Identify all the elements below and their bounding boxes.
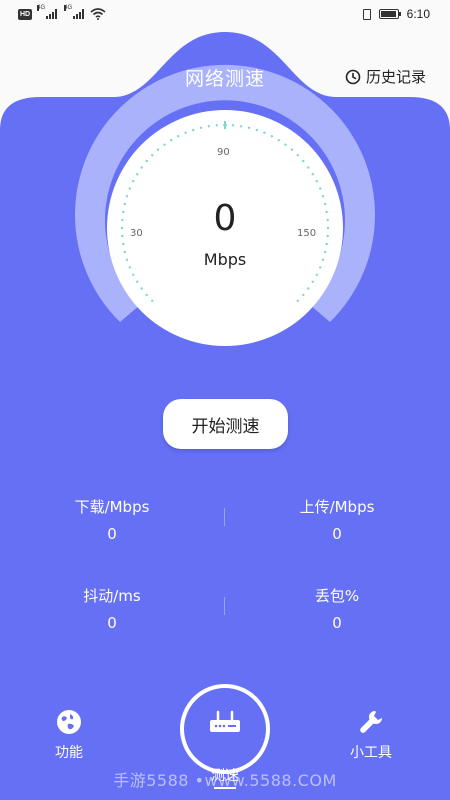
stat-upload: 上传/Mbps 0: [262, 496, 412, 543]
gauge-tick-mark: [140, 287, 143, 290]
gauge-tick-mark: [247, 126, 251, 129]
gauge-tick-mark: [140, 166, 143, 169]
nav-features[interactable]: 功能: [55, 708, 83, 762]
gauge-tick-mark: [122, 242, 125, 246]
gauge-tick-mark: [177, 135, 180, 138]
gauge-tick-mark: [325, 242, 328, 246]
battery-icon: [378, 9, 401, 19]
gauge-tick-mark: [263, 131, 266, 134]
stat-label: 抖动/ms: [83, 587, 141, 605]
gauge-tick-mark: [315, 180, 318, 183]
gauge-tick-mark: [184, 131, 187, 134]
gauge-tick-mark: [319, 187, 322, 190]
vibrate-icon: [362, 8, 371, 20]
stat-value: 0: [107, 614, 117, 632]
stat-jitter: 抖动/ms 0: [37, 585, 187, 632]
gauge-tick-mark: [284, 143, 287, 146]
gauge-tick-mark: [311, 173, 314, 176]
status-bar: HD 4G 4G 6:10: [0, 0, 450, 30]
start-test-button[interactable]: 开始测速: [163, 399, 288, 449]
nav-tools[interactable]: 小工具: [350, 708, 392, 762]
wrench-icon: [360, 710, 383, 733]
nav-speedtest-label: 测速: [211, 768, 239, 784]
stat-download: 下载/Mbps 0: [37, 496, 187, 543]
status-right: 6:10: [362, 7, 430, 21]
gauge-tick-mark: [136, 280, 139, 283]
gauge-tick-mark: [302, 293, 305, 297]
stat-divider: [224, 508, 225, 526]
stat-value: 0: [332, 525, 342, 543]
speed-value: 0: [213, 198, 237, 239]
history-button[interactable]: 历史记录: [345, 66, 426, 87]
hd-badge: HD: [18, 8, 33, 20]
gauge-tick-mark: [239, 125, 243, 128]
start-test-label: 开始测速: [191, 416, 260, 437]
gauge-tick-mark: [277, 139, 280, 142]
gauge-tick-mark: [163, 143, 166, 146]
gauge-tick-mark: [151, 299, 154, 302]
gauge-tick-mark: [136, 173, 139, 176]
nav-tools-label: 小工具: [350, 745, 392, 761]
globe-icon: [57, 710, 81, 734]
gauge-tick-mark: [199, 126, 203, 129]
router-icon: [210, 710, 240, 732]
gauge-tick-mark: [132, 273, 135, 276]
gauge-tick-mark: [170, 139, 173, 142]
gauge-tick-mark: [302, 159, 305, 163]
gauge-tick-mark: [311, 280, 314, 283]
gauge-tick-mark: [307, 287, 310, 290]
stat-value: 0: [332, 614, 342, 632]
stat-packet-loss: 丢包% 0: [262, 585, 412, 632]
gauge-tick-mark: [192, 128, 195, 132]
gauge-tick-mark: [215, 124, 219, 127]
gauge-tick-mark: [128, 187, 131, 190]
gauge-tick-mark: [145, 159, 148, 163]
wifi-icon: [90, 8, 106, 20]
stat-value: 0: [107, 525, 117, 543]
history-label: 历史记录: [365, 68, 426, 86]
gauge-tick-mark: [145, 293, 148, 297]
gauge-tick-mark: [296, 299, 299, 302]
gauge-tick-mark: [307, 166, 310, 169]
gauge-tick-mark: [156, 148, 160, 151]
gauge-tick-mark: [290, 148, 294, 151]
stat-label: 丢包%: [314, 587, 360, 605]
stat-divider: [224, 597, 225, 615]
nav-features-label: 功能: [55, 745, 83, 761]
speed-unit: Mbps: [203, 250, 247, 269]
gauge-tick-mark: [132, 180, 135, 183]
gauge-tick-mark: [270, 135, 273, 138]
gauge-tick-90: 90: [217, 147, 230, 158]
active-tab-indicator: [214, 787, 236, 789]
gauge-tick-mark: [315, 273, 318, 276]
gauge-tick-mark: [151, 154, 154, 157]
status-time: 6:10: [406, 7, 430, 21]
gauge-tick-mark: [231, 124, 235, 127]
stat-label: 上传/Mbps: [299, 498, 375, 516]
network-type-label: 4G: [64, 5, 73, 11]
nav-speedtest[interactable]: [180, 684, 270, 774]
gauge-tick-mark: [207, 125, 211, 128]
gauge-tick-mark: [296, 154, 299, 157]
status-left: HD 4G 4G: [18, 5, 106, 20]
clock-icon: [345, 69, 361, 84]
signal-icon: 4G: [64, 5, 85, 19]
gauge-tick-mark: [255, 128, 258, 132]
network-type-label: 4G: [37, 5, 46, 11]
signal-icon: 4G: [37, 5, 58, 19]
stat-label: 下载/Mbps: [74, 498, 150, 516]
